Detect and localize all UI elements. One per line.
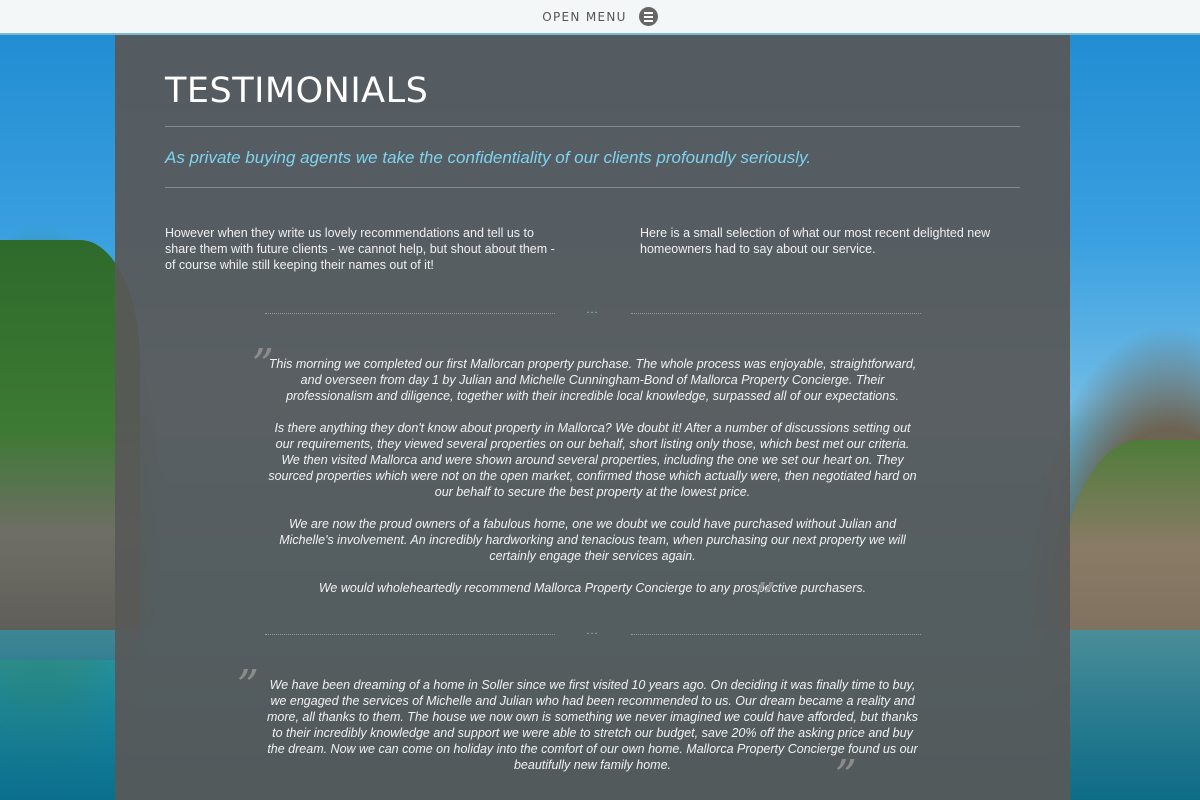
hamburger-menu-icon[interactable]: [638, 7, 658, 26]
intro-text: As private buying agents we take the con…: [165, 148, 812, 167]
top-bar: OPEN MENU: [0, 0, 1200, 35]
testimonial-2: ” We have been dreaming of a home in Sol…: [237, 665, 923, 799]
title-divider: [165, 126, 1020, 127]
testimonials-panel: TESTIMONIALS As private buying agents we…: [115, 35, 1070, 800]
testimonial-paragraph: We have been dreaming of a home in Solle…: [266, 678, 919, 772]
intro-column-left: However when they write us lovely recomm…: [165, 226, 555, 272]
testimonial-paragraph: We are now the proud owners of a fabulou…: [279, 517, 906, 563]
close-quote-mark: ”: [834, 751, 858, 800]
intro-column-right: Here is a small selection of what our mo…: [640, 226, 991, 256]
section-divider: ...: [264, 625, 921, 639]
open-quote-mark: ”: [236, 661, 260, 712]
open-quote-mark: ”: [251, 340, 275, 391]
testimonial-paragraph: We would wholeheartedly recommend Mallor…: [318, 581, 867, 595]
intro-columns: However when they write us lovely recomm…: [165, 225, 1020, 273]
section-divider: ...: [264, 304, 921, 318]
testimonial-paragraph: Is there anything they don't know about …: [268, 421, 917, 499]
open-menu-label[interactable]: OPEN MENU: [542, 10, 626, 24]
divider-dots: ...: [586, 304, 599, 316]
page-title: TESTIMONIALS: [165, 71, 429, 111]
testimonial-1: ” This morning we completed our first Ma…: [252, 344, 918, 622]
divider-dots: ...: [586, 625, 599, 637]
testimonial-paragraph: This morning we completed our first Mall…: [268, 357, 917, 403]
intro-divider: [165, 187, 1020, 188]
close-quote-mark: ”: [753, 574, 777, 625]
